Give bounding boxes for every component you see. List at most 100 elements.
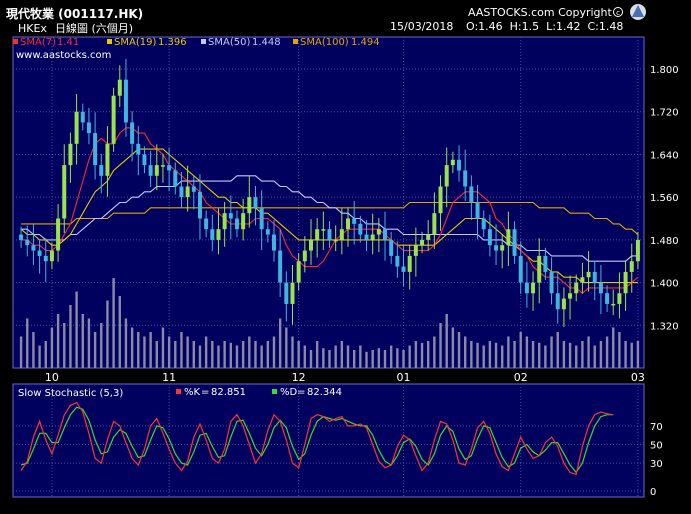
candle-body <box>308 239 313 251</box>
candle-body <box>117 79 122 96</box>
volume-bar <box>186 336 189 368</box>
volume-bar <box>624 341 627 368</box>
candle-body <box>259 207 264 230</box>
candle-body <box>487 229 492 246</box>
candle-body <box>136 143 141 155</box>
aastocks-logo-icon <box>630 4 646 20</box>
stoch-k-label: %K <box>184 387 201 398</box>
volume-bar <box>334 345 337 368</box>
candle-body <box>457 159 462 171</box>
candle-body <box>438 186 443 214</box>
candle-body <box>444 165 449 187</box>
sma100-swatch <box>293 39 298 44</box>
candle-body <box>605 293 610 304</box>
volume-bar <box>513 341 516 368</box>
volume-bar <box>297 341 300 368</box>
candle-body <box>611 303 616 306</box>
volume-bar <box>309 350 313 368</box>
volume-bar <box>556 332 559 368</box>
candle-body <box>204 218 209 230</box>
volume-bar <box>100 323 103 368</box>
volume-bar <box>346 345 350 368</box>
candle-body <box>130 122 135 144</box>
volume-bar <box>272 336 276 368</box>
candle-body <box>506 229 511 246</box>
price-tick-label: 1.800 <box>650 65 679 76</box>
candle-body <box>80 111 85 123</box>
volume-bar <box>389 345 393 368</box>
volume-bar <box>420 342 424 368</box>
stoch-d-label: %D <box>280 387 298 398</box>
volume-bar <box>130 327 134 368</box>
stochastic-tick-label: 0 <box>650 487 656 498</box>
sma100-label: SMA(100) <box>300 37 349 48</box>
volume-bar <box>266 341 270 368</box>
sma7-label: SMA(7) <box>20 37 56 48</box>
candle-body <box>346 218 351 230</box>
candle-body <box>333 239 338 242</box>
candle-body <box>432 213 437 235</box>
candle-body <box>383 229 388 240</box>
candle-body <box>173 170 178 187</box>
candle-body <box>395 255 400 267</box>
date-axis-labels: 10 11 12 01 02 03 <box>45 371 645 384</box>
volume-bar <box>254 341 257 368</box>
sma50-value: 1.448 <box>252 37 281 48</box>
candle-body <box>241 213 246 230</box>
candle-body <box>284 282 289 304</box>
candle-body <box>290 282 295 304</box>
candle-body <box>25 239 30 246</box>
price-tick-label: 1.400 <box>650 279 679 290</box>
candle-body <box>185 186 190 198</box>
candle-body <box>420 239 425 246</box>
volume-bar <box>87 318 91 368</box>
volume-bar <box>507 336 510 368</box>
volume-bar <box>248 336 251 368</box>
volume-bar <box>56 314 60 368</box>
date-tick-label: 01 <box>397 371 411 384</box>
candle-body <box>568 293 573 299</box>
volume-bar <box>223 341 226 368</box>
volume-bar <box>204 336 208 368</box>
volume-bar <box>285 327 288 368</box>
candle-body <box>339 229 344 240</box>
volume-bar <box>531 341 535 368</box>
candle-body <box>635 239 640 262</box>
price-tick-label: 1.720 <box>650 108 679 119</box>
volume-bar <box>112 278 115 368</box>
candle-body <box>327 229 332 240</box>
candle-body <box>93 133 98 166</box>
candle-body <box>68 143 73 166</box>
period-label: 日線圖 (六個月) <box>55 21 133 35</box>
candle-body <box>62 165 67 219</box>
candle-body <box>99 165 104 176</box>
stochastic-tick-label: 70 <box>650 422 663 433</box>
volume-bar <box>81 314 84 368</box>
candle-body <box>56 218 61 251</box>
volume-bar <box>575 345 578 368</box>
volume-bar <box>167 336 171 368</box>
volume-bar <box>340 341 344 368</box>
volume-bar <box>155 341 158 368</box>
volume-bar <box>50 327 54 368</box>
volume-bar <box>322 348 325 368</box>
volume-bar <box>538 342 541 368</box>
candle-body <box>271 234 276 251</box>
candle-body <box>364 234 369 240</box>
sma50-swatch <box>201 39 206 44</box>
candle-body <box>537 255 542 283</box>
volume-bar <box>402 350 405 368</box>
stochastic-axis-labels: 0 30 50 70 <box>650 422 663 498</box>
candle-body <box>413 245 418 256</box>
quote-date: 15/03/2018 <box>390 20 453 33</box>
volume-bar <box>161 327 165 368</box>
candle-body <box>123 79 128 123</box>
volume-bar <box>38 345 41 368</box>
candle-body <box>518 255 523 283</box>
volume-bar <box>63 323 66 368</box>
candle-body <box>426 234 431 240</box>
volume-bar <box>291 336 294 368</box>
volume-bar <box>519 332 522 368</box>
candle-body <box>500 245 505 251</box>
chart-svg: 現代牧業 (001117.HK) 15/03/2018 O:1.46 H:1.5… <box>6 4 679 498</box>
